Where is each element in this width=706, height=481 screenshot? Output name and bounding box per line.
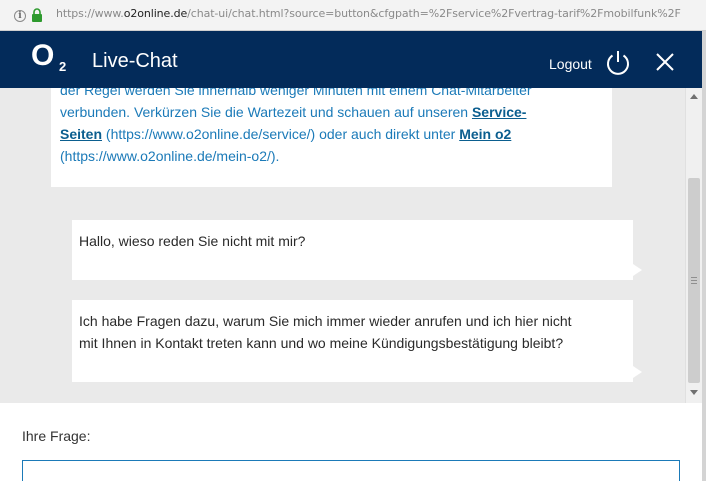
chat-scrollbar[interactable] <box>685 88 702 403</box>
o2-logo: O <box>31 39 55 72</box>
user-message-1-text: Hallo, wieso reden Sie nicht mit mir? <box>79 233 306 249</box>
grip-line <box>691 277 697 278</box>
chat-messages-area[interactable]: der Regel werden Sie innerhalb weniger M… <box>0 88 685 403</box>
grip-line <box>691 283 697 284</box>
info-icon[interactable]: i <box>14 10 26 22</box>
question-label: Ihre Frage: <box>22 428 91 444</box>
user-message-2-line-2: mit Ihnen in Kontakt treten kann und wo … <box>79 335 564 351</box>
input-panel: Ihre Frage: <box>0 403 702 481</box>
url-prefix: https://www. <box>56 7 124 20</box>
scroll-up-arrow-icon[interactable] <box>690 94 698 99</box>
agent-line-3-text: (https://www.o2online.de/service/) oder … <box>105 126 456 142</box>
user-message-2-tail <box>633 366 642 378</box>
user-message-1: Hallo, wieso reden Sie nicht mit mir? <box>72 220 633 280</box>
browser-address-bar[interactable]: i https://www.o2online.de/chat-ui/chat.h… <box>0 0 706 31</box>
header-title: Live-Chat <box>92 50 178 72</box>
user-message-1-tail <box>633 264 642 276</box>
agent-line-1: der Regel werden Sie innerhalb weniger M… <box>60 88 532 98</box>
question-input[interactable] <box>22 460 680 481</box>
scrollbar-thumb[interactable] <box>688 178 700 383</box>
window-right-edge <box>702 31 706 481</box>
url-text[interactable]: https://www.o2online.de/chat-ui/chat.htm… <box>56 7 681 20</box>
close-icon[interactable] <box>653 50 677 74</box>
agent-message: der Regel werden Sie innerhalb weniger M… <box>51 88 612 187</box>
service-pages-link-cont[interactable]: Seiten <box>60 126 102 142</box>
lock-icon <box>32 8 42 22</box>
logout-label[interactable]: Logout <box>549 56 592 72</box>
grip-line <box>691 280 697 281</box>
mein-o2-link[interactable]: Mein o2 <box>459 126 511 142</box>
agent-line-4: (https://www.o2online.de/mein-o2/). <box>60 148 280 164</box>
service-pages-link[interactable]: Service- <box>472 104 526 120</box>
agent-line-2: verbunden. Verkürzen Sie die Wartezeit u… <box>60 101 612 123</box>
agent-line-2-text: verbunden. Verkürzen Sie die Wartezeit u… <box>60 104 469 120</box>
chat-header: O 2 Live-Chat Logout <box>0 31 702 88</box>
agent-line-3: Seiten (https://www.o2online.de/service/… <box>60 123 612 145</box>
url-path: /chat-ui/chat.html?source=button&cfgpath… <box>187 7 681 20</box>
user-message-2-line-1: Ich habe Fragen dazu, warum Sie mich imm… <box>79 313 572 329</box>
o2-logo-subscript: 2 <box>59 59 67 74</box>
power-icon[interactable] <box>604 49 632 77</box>
url-domain: o2online.de <box>123 7 188 20</box>
scroll-down-arrow-icon[interactable] <box>690 390 698 395</box>
user-message-2: Ich habe Fragen dazu, warum Sie mich imm… <box>72 300 633 382</box>
